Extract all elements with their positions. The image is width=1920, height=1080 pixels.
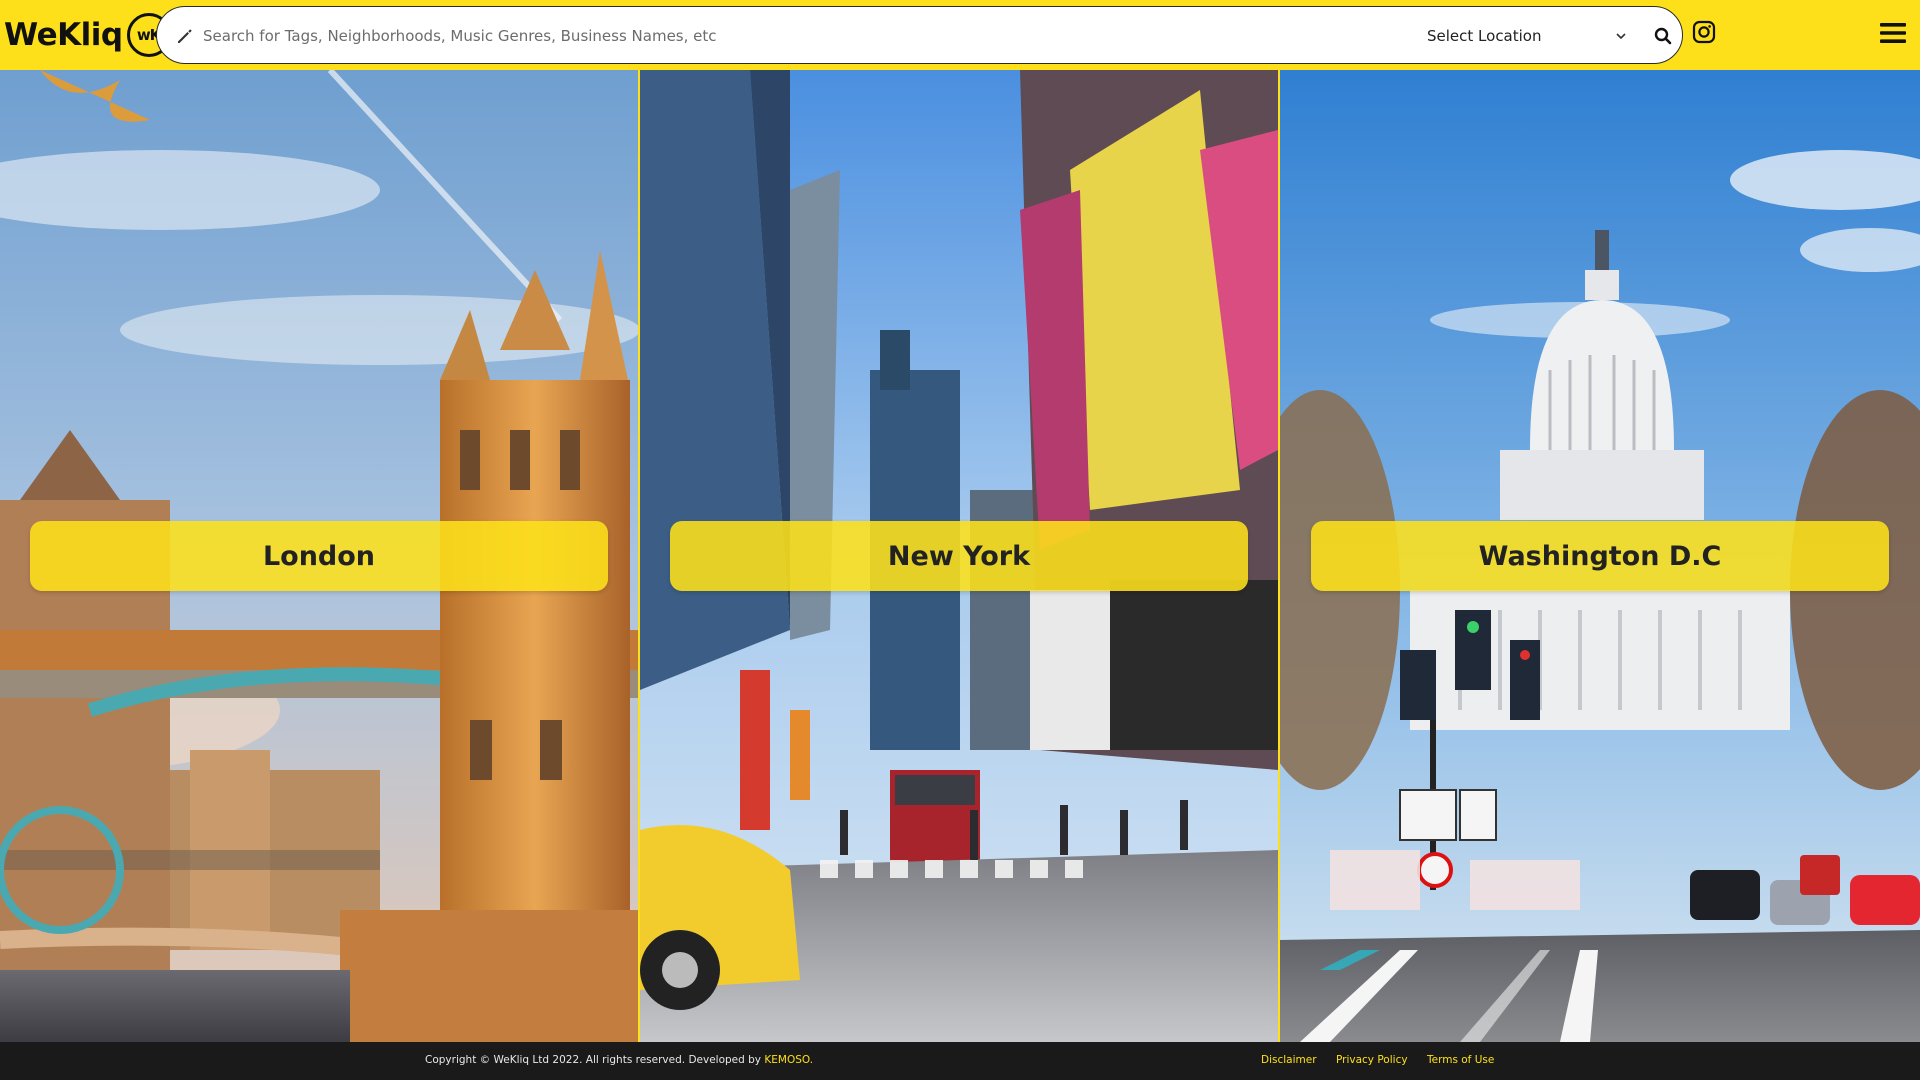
footer-link-disclaimer[interactable]: Disclaimer — [1261, 1054, 1317, 1066]
footer: Copyright © WeKliq Ltd 2022. All rights … — [0, 1042, 1920, 1080]
logo-wordmark: WeKliq — [4, 17, 123, 53]
search-input[interactable] — [203, 19, 1363, 53]
location-select[interactable]: Select Location — [1427, 20, 1627, 52]
footer-link-terms-of-use[interactable]: Terms of Use — [1427, 1054, 1494, 1066]
city-card-washington-dc[interactable]: Washington D.C — [1280, 70, 1920, 1042]
top-navbar: WeKliq wK Select Location — [0, 0, 1920, 70]
city-label-london[interactable]: London — [30, 521, 608, 591]
footer-copyright: Copyright © WeKliq Ltd 2022. All rights … — [425, 1054, 813, 1066]
pencil-icon — [178, 29, 192, 43]
search-icon[interactable] — [1653, 26, 1673, 46]
city-card-new-york[interactable]: New York — [640, 70, 1278, 1042]
city-panels: London New York Washington D.C — [0, 70, 1920, 1042]
footer-link-privacy-policy[interactable]: Privacy Policy — [1336, 1054, 1408, 1066]
location-select-label: Select Location — [1427, 27, 1542, 45]
menu-icon[interactable] — [1880, 22, 1906, 44]
developer-link[interactable]: KEMOSO. — [764, 1054, 813, 1066]
city-label-new-york[interactable]: New York — [670, 521, 1248, 591]
city-label-washington-dc[interactable]: Washington D.C — [1311, 521, 1889, 591]
city-card-london[interactable]: London — [0, 70, 638, 1042]
chevron-down-icon — [1616, 33, 1626, 40]
search-bar: Select Location — [156, 6, 1683, 64]
instagram-icon[interactable] — [1692, 20, 1716, 44]
wekliq-logo[interactable]: WeKliq wK — [4, 12, 171, 58]
copyright-text: Copyright © WeKliq Ltd 2022. All rights … — [425, 1054, 762, 1066]
